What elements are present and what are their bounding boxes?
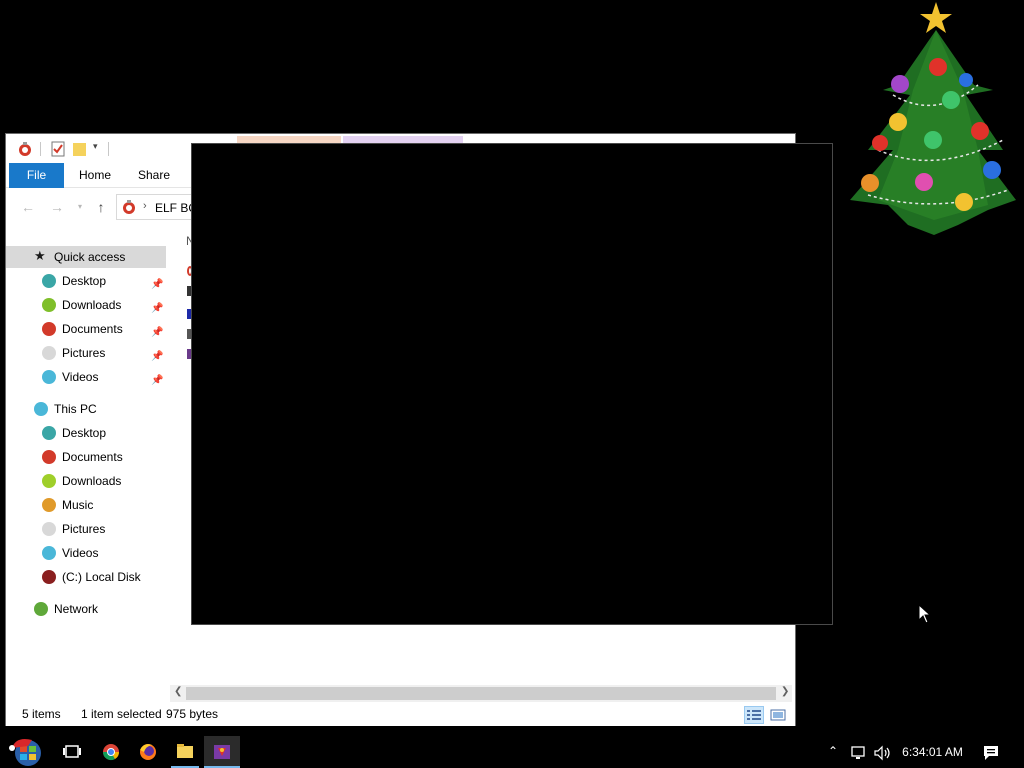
nav-label: Network [54,602,99,616]
ornament-teal-icon [42,274,56,288]
ornament-red-icon [42,322,56,336]
horizontal-scrollbar[interactable]: ❮ ❯ [170,685,792,702]
location-icon [123,200,135,214]
chrome-button[interactable] [93,736,129,768]
volume-icon[interactable] [873,745,893,761]
pin-icon[interactable]: 📌 [151,322,163,344]
nav-label: (C:) Local Disk [62,570,141,584]
divider [40,142,41,156]
nav-label: Desktop [62,274,107,288]
ornament-teal-icon [42,426,56,440]
nav-label: Documents [62,450,123,464]
breadcrumb-chevron-icon: › [143,200,147,212]
large-icons-view-icon [770,709,786,721]
ornament-dark-red-icon [42,570,56,584]
details-view-icon [747,710,761,720]
network-tray-icon[interactable] [850,745,868,761]
ornament-green-icon [42,474,56,488]
nav-item-documents[interactable]: Documents 📌 [6,318,166,340]
folder-icon [177,744,193,758]
tab-share[interactable]: Share [126,163,182,188]
nav-label: Desktop [62,426,107,440]
ornament-white-icon [42,346,56,360]
task-view-button[interactable] [54,736,90,768]
nav-label: Quick access [54,250,126,264]
nav-item-downloads[interactable]: Downloads 📌 [6,294,166,316]
customize-chevron-icon[interactable]: ▾ [93,141,109,157]
selection-count: 1 item selected [81,707,162,721]
folder-app-icon [19,142,31,156]
action-center-icon[interactable] [982,744,1000,762]
ornament-cyan-icon [42,370,56,384]
nav-item-documents[interactable]: Documents [6,446,166,468]
up-arrow-icon[interactable]: ↑ [93,199,109,215]
item-count: 5 items [22,707,61,721]
nav-item-downloads[interactable]: Downloads [6,470,166,492]
pin-icon[interactable]: 📌 [151,346,163,368]
navigation-pane: ★ Quick access This PC Network Desktop 📌 D… [6,242,171,682]
clock[interactable]: 6:34:01 AM [895,745,970,759]
back-arrow-icon[interactable]: ← [20,199,36,215]
taskbar: ⌃ 6:34:01 AM [0,736,1024,768]
firefox-icon [140,744,156,760]
selection-size: 975 bytes [166,707,219,721]
nav-item-pictures[interactable]: Pictures 📌 [6,342,166,364]
nav-item-pictures[interactable]: Pictures [6,518,166,540]
firefox-button[interactable] [130,736,166,768]
nav-item-desktop[interactable]: Desktop 📌 [6,270,166,292]
this-pc-icon [34,402,48,416]
scroll-right-icon[interactable]: ❯ [781,686,789,697]
ornament-red-icon [42,450,56,464]
nav-item-c-local-disk[interactable]: (C:) Local Disk [6,566,166,588]
large-icons-view-button[interactable] [768,706,788,724]
nav-label: Documents [62,322,123,336]
star-icon: ★ [34,248,46,263]
nav-this-pc[interactable]: This PC [6,398,166,420]
nav-label: Downloads [62,474,122,488]
forward-arrow-icon[interactable]: → [49,199,65,215]
ornament-green-icon [42,298,56,312]
tab-home[interactable]: Home [67,163,123,188]
pin-icon[interactable]: 📌 [151,274,163,296]
network-icon [34,602,48,616]
nav-item-desktop[interactable]: Desktop [6,422,166,444]
blank-black-window[interactable] [191,143,833,625]
start-orb-icon [9,739,41,766]
properties-icon[interactable] [50,141,66,157]
pin-icon[interactable]: 📌 [151,298,163,320]
christmas-tree-decoration [850,2,1016,235]
ornament-orange-icon [42,498,56,512]
nav-label: Pictures [62,346,106,360]
ornament-cyan-icon [42,546,56,560]
nav-quick-access[interactable]: ★ Quick access [6,246,166,268]
status-bar: 5 items 1 item selected 975 bytes [6,704,795,726]
scrollbar-thumb[interactable] [186,687,776,700]
nav-item-videos[interactable]: Videos [6,542,166,564]
nav-label: Videos [62,546,99,560]
nav-item-videos[interactable]: Videos 📌 [6,366,166,388]
task-view-icon [63,745,81,758]
file-explorer-button[interactable] [167,736,203,768]
chrome-icon [102,744,120,761]
pin-icon[interactable]: 📌 [151,370,163,392]
details-view-button[interactable] [744,706,764,724]
nav-label: Downloads [62,298,122,312]
ornament-white-icon [42,522,56,536]
nav-label: Pictures [62,522,106,536]
start-button[interactable] [6,736,46,768]
new-folder-icon[interactable] [72,141,88,157]
tab-file[interactable]: File [9,163,64,188]
nav-item-music[interactable]: Music [6,494,166,516]
nav-label: This PC [54,402,97,416]
nav-network[interactable]: Network [6,598,166,620]
divider [108,142,109,156]
game-app-button[interactable] [204,736,240,768]
nav-label: Music [62,498,94,512]
nav-label: Videos [62,370,99,384]
scroll-left-icon[interactable]: ❮ [174,686,182,697]
mouse-cursor-icon [918,604,932,624]
show-hidden-icons-chevron-icon[interactable]: ⌃ [828,744,838,758]
recent-chevron-icon[interactable]: ▾ [72,199,88,215]
game-app-icon [214,745,230,759]
